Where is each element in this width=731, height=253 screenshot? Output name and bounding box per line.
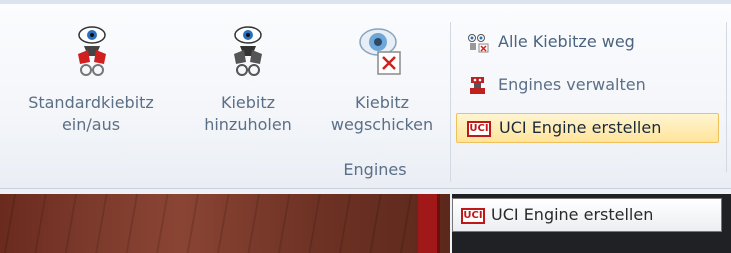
ribbon-group-label: Engines (343, 160, 407, 179)
button-label: Standardkiebitz ein/aus (0, 92, 182, 136)
remove-all-kibitzers-button[interactable]: Alle Kiebitze weg (456, 28, 719, 58)
small-button-label: Engines verwalten (498, 75, 646, 94)
ribbon-separator (450, 22, 451, 182)
small-button-label: Alle Kiebitze weg (498, 32, 635, 51)
label-line-1: Kiebitz (354, 93, 410, 112)
tooltip-text: UCI Engine erstellen (491, 205, 654, 224)
add-kibitzer-button[interactable]: Kiebitz hinzuholen (188, 22, 308, 152)
label-line-2: hinzuholen (204, 115, 292, 134)
label-line-1: Kiebitz (220, 93, 276, 112)
standard-kibitzer-toggle-button[interactable]: Standardkiebitz ein/aus (0, 22, 182, 152)
ribbon-top-border (0, 0, 731, 4)
uci-icon: UCI (467, 119, 491, 139)
kibitzer-toggle-icon (78, 26, 106, 76)
ribbon-panel: Standardkiebitz ein/aus Kiebitz hinzuhol… (0, 0, 731, 189)
remove-all-kibitzers-icon (468, 34, 489, 53)
manage-engines-button[interactable]: Engines verwalten (456, 71, 719, 101)
label-line-2: wegschicken (330, 115, 434, 134)
board-frame-edge (418, 194, 440, 253)
remove-kibitzer-button[interactable]: Kiebitz wegschicken (318, 22, 446, 152)
button-label: Kiebitz wegschicken (318, 92, 446, 136)
wood-grain (0, 194, 418, 253)
kibitzer-add-icon (234, 26, 262, 76)
small-button-label: UCI Engine erstellen (499, 118, 662, 137)
tooltip: UCI UCI Engine erstellen (452, 198, 722, 232)
label-line-1: Standardkiebitz (28, 93, 154, 112)
uci-icon: UCI (461, 208, 485, 224)
label-line-2: ein/aus (61, 115, 121, 134)
kibitzer-remove-icon (359, 28, 401, 75)
manage-engines-icon (470, 77, 485, 94)
button-label: Kiebitz hinzuholen (188, 92, 308, 136)
ribbon-separator-right (726, 22, 727, 172)
create-uci-engine-button[interactable]: UCI UCI Engine erstellen (456, 113, 719, 143)
uci-badge: UCI (467, 121, 491, 137)
